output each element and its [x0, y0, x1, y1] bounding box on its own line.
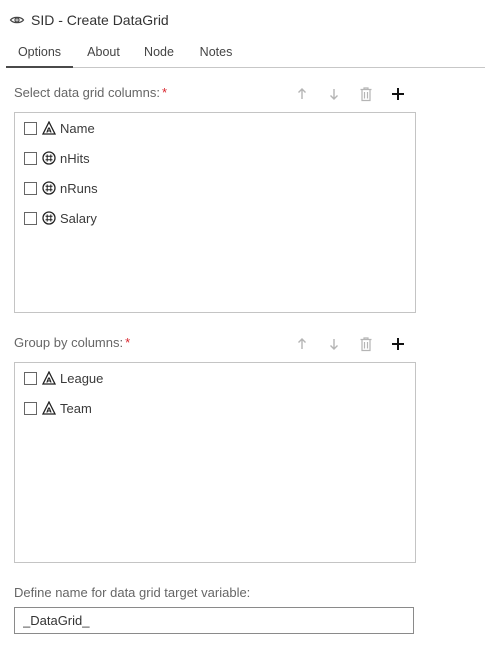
list-item: nHits: [24, 149, 90, 167]
move-up-button[interactable]: [292, 334, 312, 354]
list-item: Salary: [24, 209, 97, 227]
trash-icon: [360, 337, 372, 352]
tab-notes[interactable]: Notes: [193, 42, 239, 68]
item-checkbox[interactable]: [24, 121, 37, 135]
svg-text:A: A: [46, 127, 52, 135]
window-title: SID - Create DataGrid: [31, 12, 169, 28]
target-variable-input[interactable]: [14, 607, 414, 634]
group-columns-label: Group by columns: *: [14, 335, 131, 350]
numeric-column-icon: [42, 211, 56, 225]
trash-icon: [360, 87, 372, 102]
numeric-column-icon: [42, 181, 56, 195]
window-title-bar: SID - Create DataGrid: [9, 11, 169, 29]
tab-bar: Options About Node Notes: [6, 42, 485, 68]
tab-node[interactable]: Node: [138, 42, 180, 68]
required-marker: *: [125, 335, 131, 350]
move-down-button[interactable]: [324, 334, 344, 354]
item-checkbox[interactable]: [24, 401, 37, 415]
arrow-down-icon: [330, 89, 338, 100]
add-column-button[interactable]: [388, 84, 408, 104]
svg-text:A: A: [46, 377, 52, 385]
item-label: Salary: [60, 210, 97, 226]
create-datagrid-panel: SID - Create DataGrid Options About Node…: [0, 0, 485, 660]
item-label: nHits: [60, 150, 90, 166]
item-label: League: [60, 370, 104, 386]
delete-button[interactable]: [356, 84, 376, 104]
item-checkbox[interactable]: [24, 181, 37, 195]
numeric-column-icon: [42, 151, 56, 165]
data-columns-list[interactable]: A Name nHits nRuns Salary: [14, 112, 416, 313]
required-marker: *: [161, 85, 168, 100]
item-label: nRuns: [60, 180, 98, 196]
list-item: A Name: [24, 119, 95, 137]
data-columns-label: Select data grid columns: *: [14, 85, 168, 100]
item-label: Name: [60, 120, 95, 136]
group-columns-toolbar: [290, 334, 410, 354]
plus-icon: [392, 338, 404, 350]
character-column-icon: A: [42, 121, 56, 135]
list-item: A Team: [24, 399, 92, 417]
list-item: A League: [24, 369, 103, 387]
arrow-up-icon: [298, 88, 306, 99]
item-checkbox[interactable]: [24, 151, 37, 165]
group-columns-list[interactable]: A League A Team: [14, 362, 416, 563]
arrow-up-icon: [298, 338, 306, 349]
character-column-icon: A: [42, 401, 56, 415]
plus-icon: [392, 88, 404, 100]
svg-text:A: A: [46, 407, 52, 415]
move-down-button[interactable]: [324, 84, 344, 104]
delete-button[interactable]: [356, 334, 376, 354]
item-checkbox[interactable]: [24, 371, 37, 385]
character-column-icon: A: [42, 371, 56, 385]
eye-gear-icon: [9, 12, 25, 28]
move-up-button[interactable]: [292, 84, 312, 104]
data-columns-toolbar: [290, 84, 410, 104]
add-group-column-button[interactable]: [388, 334, 408, 354]
item-label: Team: [60, 400, 92, 416]
item-checkbox[interactable]: [24, 211, 37, 225]
tab-about[interactable]: About: [80, 42, 127, 68]
target-variable-label: Define name for data grid target variabl…: [14, 585, 251, 600]
list-item: nRuns: [24, 179, 98, 197]
tab-options[interactable]: Options: [6, 42, 73, 68]
arrow-down-icon: [330, 339, 338, 350]
